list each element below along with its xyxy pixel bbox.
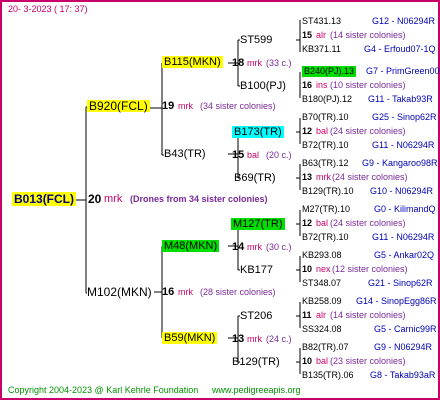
g4-queen-2-name: B240(PJ).13	[302, 66, 357, 77]
g3-queen-3-name: B69(TR)	[234, 172, 276, 184]
g4-queen-13-ref: G5 - Carnic99R	[374, 324, 437, 334]
g3-queen-7-mark: bal	[316, 356, 329, 366]
g3-queen-0-name: ST599	[240, 34, 273, 46]
g3-queen-6-mark: alr	[316, 310, 327, 320]
g1-queen-1-note: (28 sister colonies)	[200, 287, 276, 297]
g1-queen-1-mark: mrk	[178, 287, 193, 297]
g3-queen-0-note: (14 sister colonies)	[330, 30, 406, 40]
g3-queen-0-num: 15	[302, 30, 313, 40]
g2-queen-0-note: (33 c.)	[266, 58, 292, 68]
g2-queen-1-note: (20 c.)	[266, 150, 292, 160]
g2-queen-3-name: B59(MKN)	[162, 332, 218, 344]
g3-queen-5-name: KB177	[240, 264, 274, 276]
g1-queen-0-note: (34 sister colonies)	[200, 101, 276, 111]
root-generation: 20	[88, 192, 102, 206]
g4-queen-14-ref: G9 - N06294R	[374, 342, 433, 352]
g4-queen-4-name: B70(TR).10	[302, 112, 349, 122]
g3-queen-3-note: (24 sister colonies)	[332, 172, 408, 182]
g4-queen-10-ref: G5 - Ankar02Q	[374, 250, 435, 260]
g2-queen-3-mark: mrk	[247, 334, 262, 344]
g3-queen-7-num: 10	[302, 356, 313, 366]
g3-queen-5-num: 10	[302, 264, 313, 274]
g1-queen-1-num: 16	[162, 286, 175, 298]
g3-queen-1-num: 16	[302, 80, 313, 90]
g3-queen-1-name: B100(PJ)	[240, 80, 286, 92]
g2-queen-2-mark: mrk	[247, 242, 262, 252]
g2-queen-3-note: (24 c.)	[266, 334, 292, 344]
g4-queen-3-ref: G11 - Takab93R	[368, 94, 433, 104]
g3-queen-2-num: 12	[302, 126, 313, 136]
g4-queen-12-ref: G14 - SinopEgg86R	[356, 296, 437, 306]
g4-queen-12-name: KB258.09	[302, 296, 342, 306]
g3-queen-4-note: (24 sister colonies)	[330, 218, 406, 228]
g2-queen-2-name: M48(MKN)	[162, 240, 220, 252]
g3-queen-5-mark: nex	[316, 264, 331, 274]
g4-queen-5-ref: G11 - N06294R	[372, 140, 435, 150]
g3-queen-4-num: 12	[302, 218, 313, 228]
g4-queen-8-name: M27(TR).10	[302, 204, 351, 214]
pedigree-frame: 20- 3-2023 ( 17: 37) B013(FCL) 20 mrk (D…	[0, 0, 440, 400]
g3-queen-3-num: 13	[302, 172, 313, 182]
g4-queen-0-ref: G12 - N06294R	[372, 16, 436, 26]
g3-queen-0-mark: alr	[316, 30, 327, 40]
g4-queen-11-ref: G21 - Sinop62R	[368, 278, 433, 288]
g4-queen-5-name: B72(TR).10	[302, 140, 349, 150]
g2-queen-3-num: 13	[232, 333, 245, 345]
g4-queen-11-name: ST348.07	[302, 278, 342, 288]
g3-queen-4-mark: bal	[316, 218, 329, 228]
g3-queen-3-mark: mrk	[316, 172, 331, 182]
g4-queen-2-ref: G7 - PrimGreen00	[366, 66, 440, 76]
g4-queen-13-name: SS324.08	[302, 324, 342, 334]
g4-queen-7-name: B129(TR).10	[302, 186, 354, 196]
g3-queen-7-name: B129(TR)	[232, 356, 280, 368]
g3-queen-4-name: M127(TR)	[231, 218, 285, 230]
g4-queen-15-name: B135(TR).06	[302, 370, 354, 380]
g4-queen-1-ref: G4 - Erfoud07-1Q	[364, 44, 436, 54]
g4-queen-6-name: B63(TR).12	[302, 158, 349, 168]
g3-queen-2-note: (24 sister colonies)	[330, 126, 406, 136]
g2-queen-0-name: B115(MKN)	[162, 56, 223, 68]
g4-queen-1-name: KB371.11	[302, 44, 341, 54]
g2-queen-1-num: 15	[232, 149, 245, 161]
footer-website-link[interactable]: www.pedigreeapis.org	[212, 385, 301, 396]
root-mark: mrk	[104, 193, 123, 205]
g2-queen-2-num: 14	[232, 241, 245, 253]
g3-queen-1-mark: ins	[316, 80, 328, 90]
footer-copyright: Copyright 2004-2023 @ Karl Kehrle Founda…	[8, 385, 199, 395]
g4-queen-8-ref: G0 - KilimandQ	[374, 204, 436, 214]
g3-queen-2-mark: bal	[316, 126, 329, 136]
g3-queen-7-note: (23 sister colonies)	[330, 356, 406, 366]
g4-queen-7-ref: G10 - N06294R	[370, 186, 434, 196]
g3-queen-5-note: (12 sister colonies)	[332, 264, 408, 274]
g1-queen-1-name: M102(MKN)	[87, 285, 152, 299]
g4-queen-6-ref: G9 - Kangaroo98R	[362, 158, 438, 168]
header-date: 20- 3-2023 ( 17: 37)	[8, 4, 88, 14]
g2-queen-0-mark: mrk	[247, 58, 262, 68]
g2-queen-1-name: B43(TR)	[164, 148, 206, 160]
g4-queen-4-ref: G25 - Sinop62R	[372, 112, 437, 122]
g3-queen-6-name: ST206	[240, 310, 273, 322]
root-queen-name: B013(FCL)	[12, 192, 77, 206]
g4-queen-14-name: B82(TR).07	[302, 342, 349, 352]
g1-queen-0-mark: mrk	[178, 101, 193, 111]
g4-queen-0-name: ST431.13	[302, 16, 342, 26]
g1-queen-0-name: B920(FCL)	[87, 99, 150, 113]
g4-queen-10-name: KB293.08	[302, 250, 342, 260]
g3-queen-6-note: (14 sister colonies)	[330, 310, 406, 320]
g2-queen-1-mark: bal	[247, 150, 260, 160]
root-drone-note: (Drones from 34 sister colonies)	[130, 194, 268, 204]
g4-queen-9-name: B72(TR).10	[302, 232, 349, 242]
g4-queen-15-ref: G8 - Takab93aR	[370, 370, 436, 380]
g2-queen-2-note: (30 c.)	[266, 242, 292, 252]
g2-queen-0-num: 18	[232, 57, 245, 69]
g3-queen-1-note: (10 sister colonies)	[330, 80, 406, 90]
g4-queen-9-ref: G11 - N06294R	[372, 232, 435, 242]
g1-queen-0-num: 19	[162, 100, 175, 112]
g3-queen-2-name: B173(TR)	[232, 126, 284, 138]
g4-queen-3-name: B180(PJ).12	[302, 94, 353, 104]
g3-queen-6-num: 11	[302, 310, 312, 320]
